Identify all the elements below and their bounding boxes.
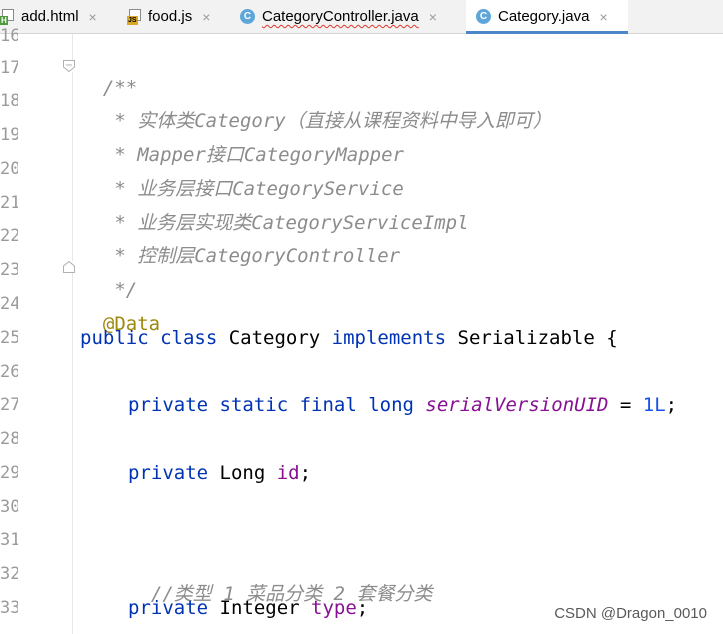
- line-number: 17: [0, 58, 18, 78]
- tab-category-java[interactable]: C Category.java ×: [466, 0, 628, 34]
- close-icon[interactable]: ×: [202, 9, 210, 25]
- code-semicolon: ;: [665, 394, 678, 416]
- close-icon[interactable]: ×: [429, 9, 437, 25]
- tab-food-js[interactable]: JS food.js ×: [127, 0, 227, 33]
- line-number: 29: [0, 463, 18, 483]
- code-keyword: private: [128, 597, 220, 619]
- html-file-icon: H: [0, 8, 14, 25]
- line-number: 26: [0, 362, 18, 382]
- fold-collapse-icon[interactable]: [63, 60, 75, 72]
- close-icon[interactable]: ×: [599, 9, 607, 25]
- code-type: Long: [219, 462, 277, 484]
- line-number: 21: [0, 193, 18, 213]
- code-semicolon: ;: [356, 597, 369, 619]
- line-number: 31: [0, 530, 18, 550]
- tab-category-controller-java[interactable]: C CategoryController.java ×: [240, 0, 462, 33]
- fold-end-icon[interactable]: [63, 261, 75, 273]
- line-number: 24: [0, 294, 18, 314]
- tab-label: food.js: [148, 8, 193, 25]
- code-field: type: [311, 597, 357, 619]
- code-number: 1L: [642, 394, 666, 416]
- line-number: 16: [0, 26, 18, 46]
- line-number: 25: [0, 328, 18, 348]
- code-field: id: [276, 462, 300, 484]
- line-number: 23: [0, 260, 18, 280]
- line-number: 27: [0, 395, 18, 415]
- tab-label: add.html: [21, 8, 79, 25]
- line-number: 28: [0, 429, 18, 449]
- line-number-gutter: 16 17 18 19 20 21 22 23 24 25 26 27 28 2…: [0, 26, 73, 634]
- code-static-field: serialVersionUID: [425, 394, 609, 416]
- java-class-icon: C: [240, 9, 255, 24]
- code-operator: =: [608, 394, 643, 416]
- line-number: 22: [0, 226, 18, 246]
- code-line-33: private Integer type;: [128, 598, 368, 618]
- close-icon[interactable]: ×: [89, 9, 97, 25]
- code-line-29: private Long id;: [128, 463, 311, 483]
- code-type: Integer: [219, 597, 312, 619]
- code-keyword: private static final long: [128, 394, 426, 416]
- line-number: 18: [0, 91, 18, 111]
- line-number: 33: [0, 598, 18, 618]
- code-keyword: public class: [80, 327, 229, 349]
- code-identifier: Serializable {: [457, 327, 618, 349]
- tab-label: Category.java: [498, 8, 590, 25]
- tab-label: CategoryController.java: [262, 8, 419, 25]
- watermark: CSDN @Dragon_0010: [554, 605, 707, 622]
- code-identifier: Category: [228, 327, 332, 349]
- code-semicolon: ;: [299, 462, 312, 484]
- line-number: 20: [0, 159, 18, 179]
- line-number: 32: [0, 564, 18, 584]
- code-keyword: private: [128, 462, 220, 484]
- code-comment: * 控制层CategoryController: [102, 245, 401, 267]
- line-number: 19: [0, 125, 18, 145]
- editor-tab-bar: H add.html × JS food.js × C CategoryCont…: [0, 0, 723, 34]
- line-number: 30: [0, 497, 18, 517]
- java-class-icon: C: [476, 9, 491, 24]
- code-keyword: implements: [331, 327, 458, 349]
- code-line-27: private static final long serialVersionU…: [128, 395, 677, 415]
- code-line-25: public class Category implements Seriali…: [80, 328, 618, 348]
- js-file-icon: JS: [127, 8, 141, 25]
